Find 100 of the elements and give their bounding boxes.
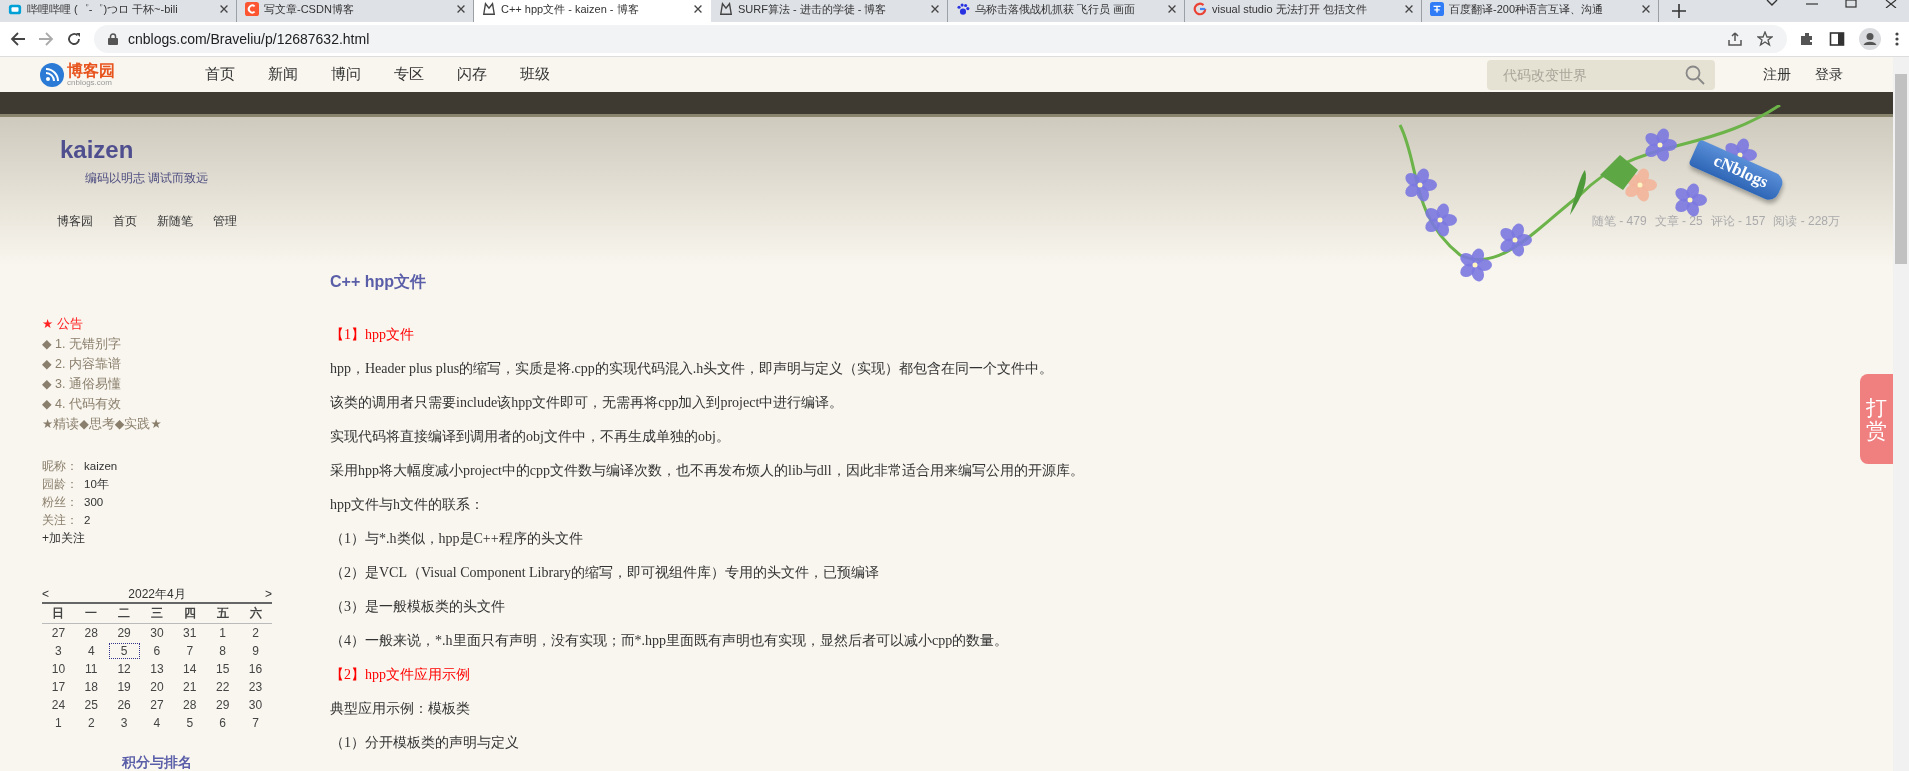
calendar-day[interactable]: 23 — [239, 678, 272, 696]
address-field[interactable]: cnblogs.com/Braveliu/p/12687632.html — [94, 25, 1787, 53]
nav-link[interactable]: 闪存 — [457, 65, 487, 84]
calendar-day[interactable]: 20 — [140, 678, 174, 696]
calendar-day[interactable]: 13 — [140, 660, 174, 678]
calendar-day[interactable]: 7 — [173, 642, 207, 660]
calendar-day[interactable]: 3 — [107, 714, 141, 732]
close-icon[interactable] — [455, 3, 467, 15]
calendar-day[interactable]: 3 — [42, 642, 75, 660]
rss-icon — [40, 62, 64, 87]
search-icon[interactable] — [1685, 64, 1705, 85]
calendar-day[interactable]: 5 — [173, 714, 207, 732]
scrollbar-thumb[interactable] — [1895, 74, 1907, 264]
calendar-day[interactable]: 11 — [74, 660, 108, 678]
calendar-day[interactable]: 29 — [206, 696, 240, 714]
blog-stat: 随笔 - 479 — [1591, 213, 1647, 230]
calendar-day[interactable]: 18 — [74, 678, 108, 696]
weekday-header: 五 — [206, 604, 240, 624]
calendar-day[interactable]: 10 — [42, 660, 75, 678]
reload-icon[interactable] — [66, 31, 82, 47]
calendar-day[interactable]: 27 — [140, 696, 174, 714]
close-icon[interactable] — [692, 3, 704, 15]
search-field[interactable]: 代码改变世界 — [1487, 59, 1715, 90]
calendar-day[interactable]: 19 — [107, 678, 141, 696]
close-icon[interactable] — [1166, 3, 1178, 15]
account-link[interactable]: 登录 — [1815, 65, 1843, 84]
calendar-day[interactable]: 21 — [173, 678, 207, 696]
close-icon[interactable] — [1403, 3, 1415, 15]
calendar-day[interactable]: 25 — [74, 696, 108, 714]
new-tab-icon[interactable] — [1671, 3, 1687, 19]
calendar-day[interactable]: 15 — [206, 660, 240, 678]
calendar-day[interactable]: 22 — [206, 678, 240, 696]
nav-link[interactable]: 首页 — [205, 65, 235, 84]
blog-nav-link[interactable]: 博客园 — [57, 213, 93, 230]
calendar-day[interactable]: 4 — [74, 642, 108, 660]
nav-link[interactable]: 班级 — [520, 65, 550, 84]
puzzle-icon[interactable] — [1799, 31, 1815, 47]
nav-link[interactable]: 博问 — [331, 65, 361, 84]
calendar-day[interactable]: 31 — [173, 623, 207, 642]
blog-nav-link[interactable]: 管理 — [213, 213, 237, 230]
calendar-day[interactable]: 1 — [42, 714, 75, 732]
sidebar-icon[interactable] — [1829, 31, 1845, 47]
star-icon[interactable] — [1757, 31, 1773, 47]
article-title[interactable]: C++ hpp文件 — [330, 272, 1084, 293]
calendar-day[interactable]: 8 — [206, 642, 240, 660]
back-icon[interactable] — [10, 31, 26, 47]
account-link[interactable]: 注册 — [1763, 65, 1791, 84]
nav-link[interactable]: 新闻 — [268, 65, 298, 84]
close-icon[interactable] — [1885, 0, 1899, 8]
calendar-day[interactable]: 6 — [140, 642, 174, 660]
cat-icon — [719, 2, 733, 16]
close-icon[interactable] — [218, 3, 230, 15]
blog-subtitle: 编码以明志 调试而致远 — [85, 170, 209, 187]
browser-tab[interactable]: C++ hpp文件 - kaizen - 博客 — [474, 0, 711, 22]
calendar-day[interactable]: 30 — [239, 696, 272, 714]
calendar-day[interactable]: 16 — [239, 660, 272, 678]
profile-label: 粉丝： — [42, 496, 78, 508]
calendar-day[interactable]: 24 — [42, 696, 75, 714]
address-text: cnblogs.com/Braveliu/p/12687632.html — [128, 31, 370, 47]
nav-link[interactable]: 专区 — [394, 65, 424, 84]
calendar-day[interactable]: 7 — [239, 714, 272, 732]
follow-link[interactable]: +加关注 — [42, 529, 330, 547]
next-month-link[interactable]: > — [265, 587, 272, 602]
menu-icon[interactable] — [1895, 31, 1899, 47]
calendar-day[interactable]: 1 — [206, 623, 240, 642]
lock-icon — [108, 33, 118, 45]
profile-icon[interactable] — [1859, 28, 1881, 50]
calendar-day[interactable]: 2 — [74, 714, 108, 732]
calendar-day[interactable]: 12 — [107, 660, 141, 678]
calendar-day[interactable]: 17 — [42, 678, 75, 696]
translate-icon — [1430, 2, 1444, 16]
calendar-day[interactable]: 2 — [239, 623, 272, 642]
calendar-day[interactable]: 28 — [74, 623, 108, 642]
calendar-day[interactable]: 26 — [107, 696, 141, 714]
calendar-day[interactable]: 14 — [173, 660, 207, 678]
close-icon[interactable] — [929, 3, 941, 15]
restore-icon[interactable] — [1845, 0, 1859, 8]
calendar-day[interactable]: 27 — [42, 623, 75, 642]
paragraph: 典型应用示例：模板类 — [330, 700, 471, 718]
prev-month-link[interactable]: < — [42, 587, 49, 602]
blog-nav-link[interactable]: 首页 — [113, 213, 137, 230]
calendar-day[interactable]: 6 — [206, 714, 240, 732]
calendar-day[interactable]: 28 — [173, 696, 207, 714]
calendar-day[interactable]: 29 — [107, 623, 141, 642]
close-icon[interactable] — [1640, 3, 1652, 15]
calendar-day[interactable]: 5 — [107, 642, 141, 660]
paragraph: 实现代码将直接编译到调用者的obj文件中，不再生成单独的obj。 — [330, 428, 731, 446]
calendar-day[interactable]: 9 — [239, 642, 272, 660]
blog-stat: 阅读 - 228万 — [1773, 213, 1840, 230]
weekday-header: 一 — [74, 604, 108, 624]
share-icon[interactable] — [1727, 31, 1743, 47]
calendar-day[interactable]: 30 — [140, 623, 174, 642]
minimize-icon[interactable] — [1805, 0, 1819, 8]
blog-title[interactable]: kaizen — [60, 135, 134, 165]
chevron-down-icon[interactable] — [1765, 0, 1779, 8]
paragraph: （1）分开模板类的声明与定义 — [330, 734, 520, 752]
blog-nav-link[interactable]: 新随笔 — [157, 213, 193, 230]
calendar-day[interactable]: 4 — [140, 714, 174, 732]
paragraph: 采用hpp将大幅度减小project中的cpp文件数与编译次数，也不再发布烦人的lib与dll，因此非常适合用来编写公用的开源库。 — [330, 462, 1084, 480]
logo-domain: cnblogs.com — [67, 78, 113, 87]
